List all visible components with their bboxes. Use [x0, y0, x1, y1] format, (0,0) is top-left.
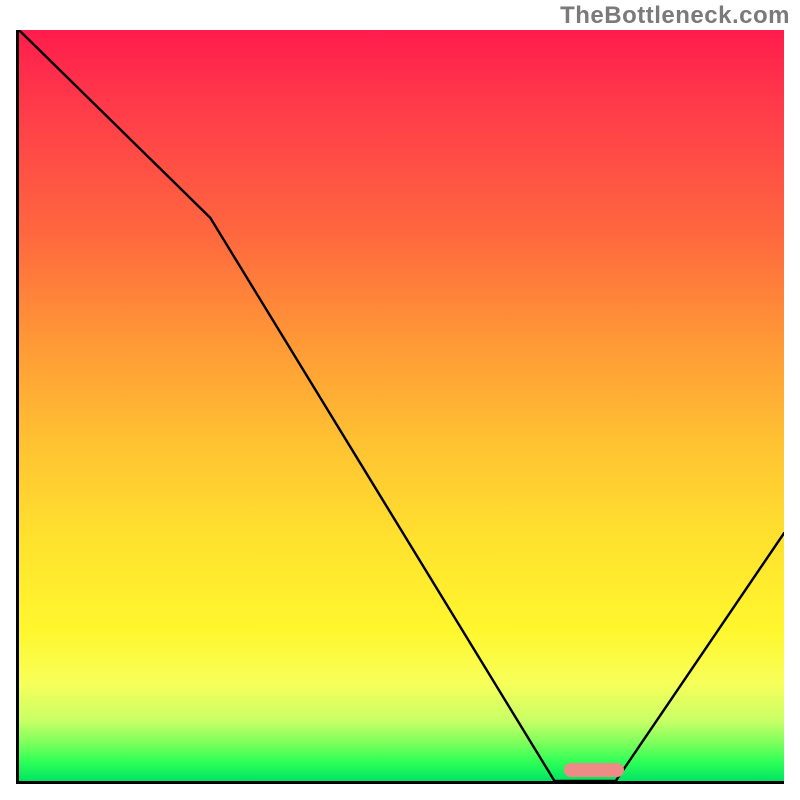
plot-area: [16, 30, 784, 784]
curve-line: [19, 30, 784, 781]
watermark-text: TheBottleneck.com: [560, 2, 790, 30]
optimal-range-marker: [564, 763, 624, 777]
bottleneck-curve: [19, 30, 784, 781]
stage: TheBottleneck.com: [0, 0, 800, 800]
